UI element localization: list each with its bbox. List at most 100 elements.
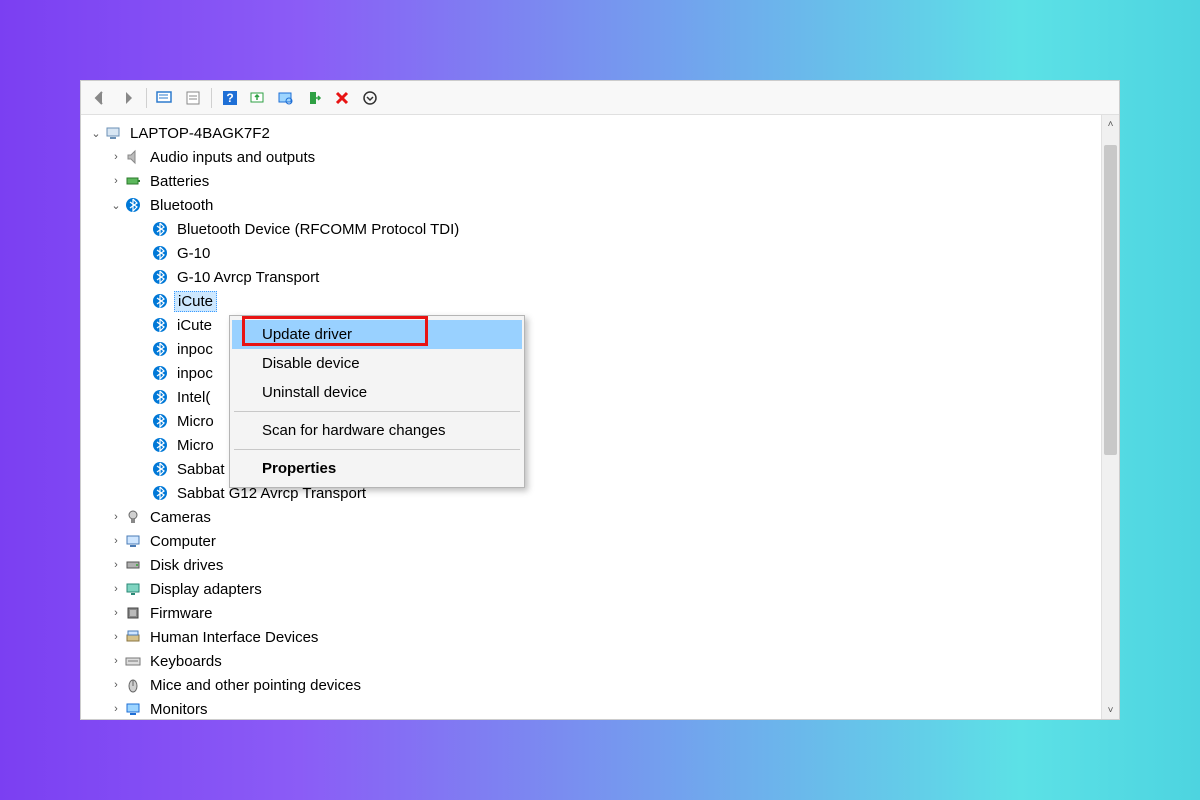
tree-device-bluetooth[interactable]: Bluetooth Device (RFCOMM Protocol TDI) bbox=[81, 217, 1101, 241]
toolbar-separator bbox=[211, 88, 212, 108]
uninstall-button[interactable] bbox=[329, 85, 355, 111]
context-menu-separator bbox=[234, 411, 520, 412]
monitor-icon bbox=[123, 699, 143, 719]
forward-button[interactable] bbox=[115, 85, 141, 111]
tree-label: Intel( bbox=[174, 388, 213, 407]
svg-text:?: ? bbox=[226, 91, 233, 105]
expander-icon[interactable]: › bbox=[109, 511, 123, 523]
context-menu-scan-hardware[interactable]: Scan for hardware changes bbox=[232, 416, 522, 445]
action-down-button[interactable] bbox=[357, 85, 383, 111]
toolbar: ? bbox=[81, 81, 1119, 115]
tree-label: inpoc bbox=[174, 364, 216, 383]
scroll-up-icon[interactable]: ˄ bbox=[1102, 115, 1119, 133]
bluetooth-icon bbox=[150, 411, 170, 431]
content-area: ⌄ LAPTOP-4BAGK7F2 › Audio inputs and out… bbox=[81, 115, 1119, 719]
tree-label: LAPTOP-4BAGK7F2 bbox=[127, 124, 273, 143]
monitor-icon bbox=[123, 531, 143, 551]
tree-category-bluetooth[interactable]: ⌄ Bluetooth bbox=[81, 193, 1101, 217]
tree-category-monitors[interactable]: › Monitors bbox=[81, 697, 1101, 719]
back-button[interactable] bbox=[87, 85, 113, 111]
enable-icon bbox=[306, 90, 322, 106]
tree-category-cameras[interactable]: › Cameras bbox=[81, 505, 1101, 529]
speaker-icon bbox=[123, 147, 143, 167]
tree-label: G-10 bbox=[174, 244, 213, 263]
expander-icon[interactable]: › bbox=[109, 151, 123, 163]
tree-category-mice[interactable]: › Mice and other pointing devices bbox=[81, 673, 1101, 697]
tree-label: Sabbat bbox=[174, 460, 228, 479]
tree-category-audio[interactable]: › Audio inputs and outputs bbox=[81, 145, 1101, 169]
context-menu-label: Update driver bbox=[262, 326, 352, 343]
context-menu-separator bbox=[234, 449, 520, 450]
tree-label: Computer bbox=[147, 532, 219, 551]
battery-icon bbox=[123, 171, 143, 191]
expander-icon[interactable]: › bbox=[109, 175, 123, 187]
disk-icon bbox=[123, 555, 143, 575]
arrow-right-icon bbox=[120, 90, 136, 106]
expander-icon[interactable]: ⌄ bbox=[89, 127, 103, 140]
tree-label: G-10 Avrcp Transport bbox=[174, 268, 322, 287]
tree-label: Human Interface Devices bbox=[147, 628, 321, 647]
tree-device-bluetooth[interactable]: G-10 Avrcp Transport bbox=[81, 265, 1101, 289]
tree-label: Cameras bbox=[147, 508, 214, 527]
tree-category-disk[interactable]: › Disk drives bbox=[81, 553, 1101, 577]
update-driver-button[interactable] bbox=[245, 85, 271, 111]
bluetooth-icon bbox=[150, 315, 170, 335]
tree-category-firmware[interactable]: › Firmware bbox=[81, 601, 1101, 625]
expander-icon[interactable]: ⌄ bbox=[109, 199, 123, 212]
context-menu-properties[interactable]: Properties bbox=[232, 454, 522, 483]
context-menu-label: Scan for hardware changes bbox=[262, 422, 445, 439]
expander-icon[interactable]: › bbox=[109, 655, 123, 667]
context-menu-update-driver[interactable]: Update driver bbox=[232, 320, 522, 349]
tree-label: Batteries bbox=[147, 172, 212, 191]
scroll-down-icon[interactable]: ˅ bbox=[1102, 701, 1119, 719]
tree-device-bluetooth[interactable]: G-10 bbox=[81, 241, 1101, 265]
tree-category-keyboards[interactable]: › Keyboards bbox=[81, 649, 1101, 673]
scroll-thumb[interactable] bbox=[1104, 145, 1117, 455]
expander-icon[interactable]: › bbox=[109, 559, 123, 571]
computer-icon bbox=[103, 123, 123, 143]
tree-label: Keyboards bbox=[147, 652, 225, 671]
monitor-list-icon bbox=[156, 90, 174, 106]
tree-category-computer[interactable]: › Computer bbox=[81, 529, 1101, 553]
tree-label: Display adapters bbox=[147, 580, 265, 599]
expander-icon[interactable]: › bbox=[109, 535, 123, 547]
expander-icon[interactable]: › bbox=[109, 679, 123, 691]
chip-icon bbox=[123, 603, 143, 623]
expander-icon[interactable]: › bbox=[109, 703, 123, 715]
enable-device-button[interactable] bbox=[301, 85, 327, 111]
tree-device-bluetooth[interactable]: iCute bbox=[81, 289, 1101, 313]
tree-label: Micro bbox=[174, 412, 217, 431]
keyboard-icon bbox=[123, 651, 143, 671]
tree-label: Disk drives bbox=[147, 556, 226, 575]
scan-icon bbox=[277, 90, 295, 106]
context-menu-disable-device[interactable]: Disable device bbox=[232, 349, 522, 378]
tree-category-batteries[interactable]: › Batteries bbox=[81, 169, 1101, 193]
hid-icon bbox=[123, 627, 143, 647]
tree-label: Firmware bbox=[147, 604, 216, 623]
down-circle-icon bbox=[362, 90, 378, 106]
tree-category-hid[interactable]: › Human Interface Devices bbox=[81, 625, 1101, 649]
update-driver-icon bbox=[249, 90, 267, 106]
expander-icon[interactable]: › bbox=[109, 583, 123, 595]
help-button[interactable]: ? bbox=[217, 85, 243, 111]
show-hidden-button[interactable] bbox=[152, 85, 178, 111]
scan-hardware-button[interactable] bbox=[273, 85, 299, 111]
bluetooth-icon bbox=[150, 291, 170, 311]
tree-label: Monitors bbox=[147, 700, 211, 719]
expander-icon[interactable]: › bbox=[109, 607, 123, 619]
tree-label: Bluetooth Device (RFCOMM Protocol TDI) bbox=[174, 220, 462, 239]
bluetooth-icon bbox=[123, 195, 143, 215]
tree-label: Mice and other pointing devices bbox=[147, 676, 364, 695]
context-menu-uninstall-device[interactable]: Uninstall device bbox=[232, 378, 522, 407]
tree-label: iCute bbox=[174, 291, 217, 312]
arrow-left-icon bbox=[92, 90, 108, 106]
properties-icon bbox=[185, 90, 201, 106]
tree-root[interactable]: ⌄ LAPTOP-4BAGK7F2 bbox=[81, 121, 1101, 145]
bluetooth-icon bbox=[150, 339, 170, 359]
expander-icon[interactable]: › bbox=[109, 631, 123, 643]
properties-button[interactable] bbox=[180, 85, 206, 111]
tree-category-display[interactable]: › Display adapters bbox=[81, 577, 1101, 601]
display-adapter-icon bbox=[123, 579, 143, 599]
bluetooth-icon bbox=[150, 219, 170, 239]
vertical-scrollbar[interactable]: ˄ ˅ bbox=[1101, 115, 1119, 719]
